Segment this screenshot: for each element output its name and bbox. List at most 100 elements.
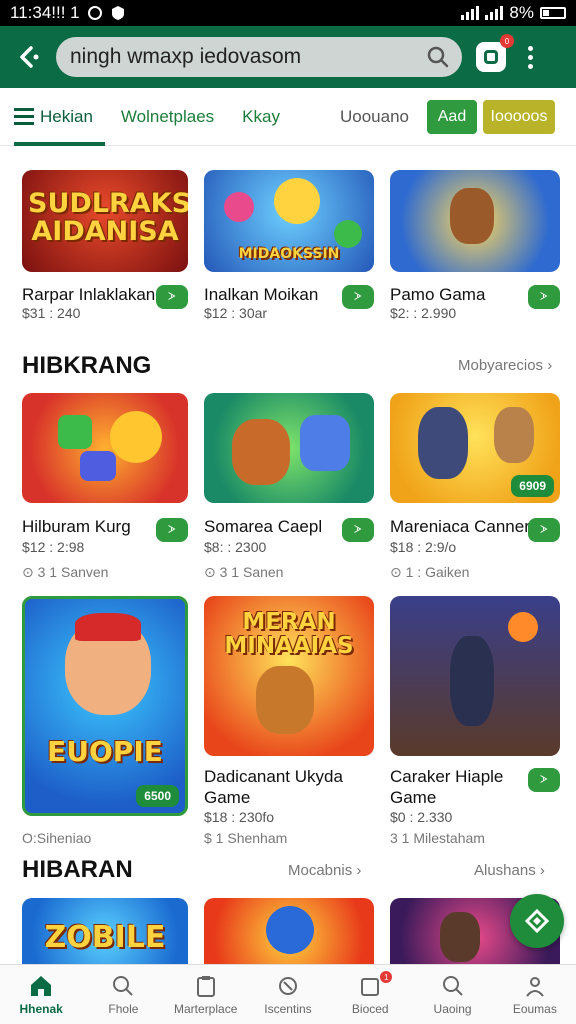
score-badge: 6500: [136, 785, 179, 807]
game-thumbnail[interactable]: [390, 170, 560, 272]
search-input[interactable]: [70, 45, 426, 69]
game-thumbnail[interactable]: ZOBILE: [22, 898, 188, 964]
game-title[interactable]: Rarpar Inlaklakan: [22, 284, 155, 305]
cart-button[interactable]: 0: [476, 34, 514, 72]
game-price: $18 : 2:9/o: [390, 539, 457, 555]
game-thumbnail[interactable]: EUOPIE 6500: [22, 596, 188, 816]
game-thumbnail[interactable]: MIDAOKSSIN: [204, 170, 374, 272]
game-thumbnail[interactable]: 6909: [390, 393, 560, 503]
sync-icon: [87, 6, 102, 20]
pill-label: Aad: [437, 107, 467, 125]
meta-text: 3 1 Sanen: [219, 564, 284, 580]
back-button[interactable]: [10, 39, 46, 75]
get-button[interactable]: ᗆ: [156, 518, 188, 542]
game-meta: ⊙ 3 1 Sanven: [22, 564, 108, 581]
tag-icon: [278, 976, 297, 995]
section-see-all-link[interactable]: Mobyarecios ›: [458, 357, 552, 374]
signal-2-icon: [485, 6, 504, 20]
game-price: $0 : 2.330: [390, 809, 453, 825]
game-thumbnail[interactable]: [204, 898, 374, 964]
tab-label: Kkay: [242, 106, 280, 126]
game-thumbnail[interactable]: SUDLRAKS AIDANISA: [22, 170, 188, 272]
gem-icon: [58, 415, 92, 449]
category-tabs: Hekian Wolnetplaes Kkay Uoouano Aad Iooo…: [0, 88, 576, 146]
thumbnail-art-text: MERAN MINAAIAS: [224, 609, 354, 659]
nav-search[interactable]: Fhole: [82, 965, 164, 1024]
score-badge: 6909: [511, 475, 554, 497]
character-icon: [256, 666, 314, 734]
battery-percent: 8%: [509, 3, 534, 22]
section-link-label: Mobyarecios: [458, 357, 544, 374]
nav-bioced[interactable]: 1 Bioced: [329, 965, 411, 1024]
chevron-right-icon: ›: [547, 357, 553, 374]
get-button[interactable]: ᗆ: [156, 285, 188, 309]
tab-aad-button[interactable]: Aad: [426, 99, 477, 134]
meta-text: 1 : Gaiken: [405, 564, 470, 580]
get-button[interactable]: ᗆ: [528, 285, 560, 309]
nav-iscentins[interactable]: Iscentins: [247, 965, 329, 1024]
nav-marketplace[interactable]: Marterplace: [165, 965, 247, 1024]
game-price: $31 : 240: [22, 305, 81, 321]
game-title[interactable]: Mareniaca Canner: [390, 516, 530, 537]
cat-face-icon: [110, 411, 162, 463]
section-link-middle[interactable]: Mocabnis ›: [288, 862, 361, 879]
status-bar: 11:34!!! 1 8%: [0, 0, 576, 26]
game-title[interactable]: Somarea Caepl: [204, 516, 322, 537]
search-icon[interactable]: [426, 45, 450, 69]
game-title[interactable]: Caraker Hiaple Game: [390, 766, 510, 808]
get-button[interactable]: ᗆ: [528, 768, 560, 792]
cart-icon: [484, 50, 498, 64]
tab-hekian[interactable]: Hekian: [14, 88, 105, 146]
nav-label: Marterplace: [174, 1001, 238, 1016]
tab-uoouano[interactable]: Uoouano: [340, 88, 409, 146]
search-bar[interactable]: [56, 37, 462, 77]
game-title[interactable]: Inalkan Moikan: [204, 284, 318, 305]
tab-label: Uoouano: [339, 106, 409, 126]
floating-action-button[interactable]: [510, 894, 564, 948]
nav-label: Hhenak: [19, 1001, 63, 1016]
section-link-label: Mocabnis: [288, 862, 353, 879]
back-arrow-icon: [20, 46, 39, 68]
chevron-right-icon: ›: [356, 862, 362, 879]
nav-uaoing[interactable]: Uaoing: [411, 965, 493, 1024]
status-right: 8%: [461, 3, 566, 23]
game-thumbnail[interactable]: MERAN MINAAIAS: [204, 596, 374, 756]
clipboard-icon: [196, 975, 215, 997]
thumbnail-art-text: MIDAOKSSIN: [238, 246, 340, 262]
section-see-all-link[interactable]: Alushans ›: [474, 862, 545, 879]
tab-kkay[interactable]: Kkay: [242, 88, 280, 146]
candy-icon: [334, 220, 362, 248]
tab-wolnetplaes[interactable]: Wolnetplaes: [121, 88, 214, 146]
hat-icon: [75, 613, 141, 641]
get-button[interactable]: ᗆ: [342, 285, 374, 309]
game-price: $12 : 2:98: [22, 539, 85, 555]
game-title[interactable]: Hilburam Kurg: [22, 516, 131, 537]
section-title: HIBKRANG: [22, 352, 152, 379]
character-icon: [232, 419, 290, 485]
signal-icon: [461, 6, 480, 20]
game-thumbnail[interactable]: [204, 393, 374, 503]
profile-icon: [526, 976, 544, 997]
bottom-navigation: Hhenak Fhole Marterplace Iscentins 1 Bio…: [0, 964, 576, 1024]
nav-home[interactable]: Hhenak: [0, 965, 82, 1024]
menu-icon: [14, 108, 34, 125]
tab-iooooos-button[interactable]: Iooooos: [482, 99, 555, 134]
game-title[interactable]: Dadicanant Ukyda Game: [204, 766, 354, 808]
game-meta: $ 1 Shenham: [204, 830, 288, 846]
get-button[interactable]: ᗆ: [342, 518, 374, 542]
game-meta: ⊙ 3 1 Sanen: [204, 564, 283, 581]
character-icon: [450, 636, 494, 726]
game-thumbnail[interactable]: [390, 596, 560, 756]
game-thumbnail[interactable]: [22, 393, 188, 503]
more-options-button[interactable]: [528, 45, 533, 69]
battery-icon: [540, 7, 566, 19]
nav-label: Bioced: [351, 1001, 389, 1016]
chevron-right-icon: ›: [539, 862, 545, 879]
candy-icon: [224, 192, 254, 222]
game-title[interactable]: Pamo Gama: [390, 284, 485, 305]
get-button[interactable]: ᗆ: [528, 518, 560, 542]
game-price: $8: : 2300: [204, 539, 267, 555]
tab-label: Wolnetplaes: [120, 106, 215, 126]
nav-eoumas[interactable]: Eoumas: [494, 965, 576, 1024]
status-time: 11:34!!! 1: [10, 3, 80, 22]
